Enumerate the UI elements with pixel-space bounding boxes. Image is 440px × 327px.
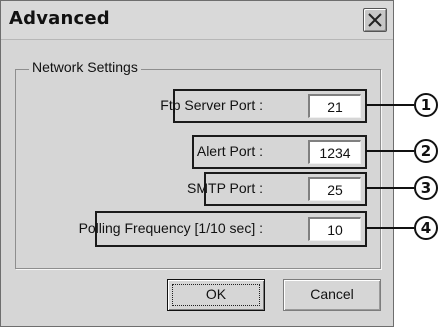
smtp-port-label: SMTP Port : xyxy=(187,180,263,196)
dialog-title: Advanced xyxy=(9,8,110,29)
callout-marker-3: 3 xyxy=(414,176,438,200)
callout-line-2 xyxy=(366,150,414,152)
smtp-port-input[interactable] xyxy=(308,177,361,201)
title-bar[interactable]: Advanced xyxy=(1,1,393,40)
alert-port-input[interactable] xyxy=(308,140,361,164)
callout-marker-4: 4 xyxy=(414,216,438,240)
advanced-dialog: Advanced Network Settings Ftp Server Por… xyxy=(0,0,394,327)
callout-line-4 xyxy=(366,227,414,229)
ftp-server-port-input[interactable] xyxy=(308,94,361,118)
ftp-server-port-label: Ftp Server Port : xyxy=(160,97,263,113)
group-legend: Network Settings xyxy=(29,59,141,75)
callout-marker-1: 1 xyxy=(414,93,438,117)
polling-frequency-input[interactable] xyxy=(308,217,361,241)
alert-port-label: Alert Port : xyxy=(196,143,263,159)
close-button[interactable] xyxy=(363,8,387,32)
callout-marker-2: 2 xyxy=(414,139,438,163)
cancel-button-label: Cancel xyxy=(310,286,354,302)
callout-line-3 xyxy=(366,187,414,189)
callout-line-1 xyxy=(366,104,414,106)
cancel-button[interactable]: Cancel xyxy=(283,279,381,311)
polling-frequency-label: Polling Frequency [1/10 sec] : xyxy=(78,220,263,236)
close-icon xyxy=(368,13,382,27)
ok-button[interactable]: OK xyxy=(167,279,265,311)
ok-button-label: OK xyxy=(205,286,227,302)
